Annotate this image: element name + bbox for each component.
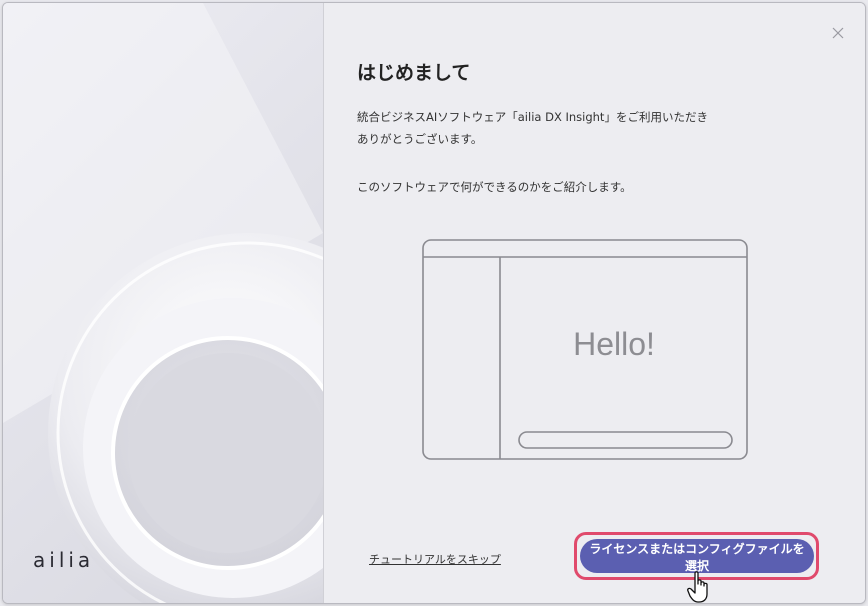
hand-pointer-icon <box>687 571 708 603</box>
illustration-hello-text: Hello! <box>573 326 655 362</box>
plate-illustration <box>3 3 323 603</box>
close-button[interactable] <box>830 25 846 41</box>
skip-tutorial-link[interactable]: チュートリアルをスキップ <box>369 551 501 567</box>
hero-image-panel: ailia <box>3 3 323 603</box>
description-line-2: ありがとうございます。 <box>357 132 483 146</box>
ailia-logo: ailia <box>33 548 95 572</box>
description-line-1: 統合ビジネスAIソフトウェア「ailia DX Insight」をご利用いただき <box>357 110 708 124</box>
close-icon <box>832 27 844 39</box>
dialog-window: ailia はじめまして 統合ビジネスAIソフトウェア「ailia DX Ins… <box>2 2 866 604</box>
description-line-3: このソフトウェアで何ができるのかをご紹介します。 <box>357 180 632 194</box>
content-panel: はじめまして 統合ビジネスAIソフトウェア「ailia DX Insight」を… <box>323 3 865 603</box>
dialog-title: はじめまして <box>357 62 471 84</box>
select-license-button[interactable]: ライセンスまたはコンフィグファイルを選択 <box>580 539 814 573</box>
